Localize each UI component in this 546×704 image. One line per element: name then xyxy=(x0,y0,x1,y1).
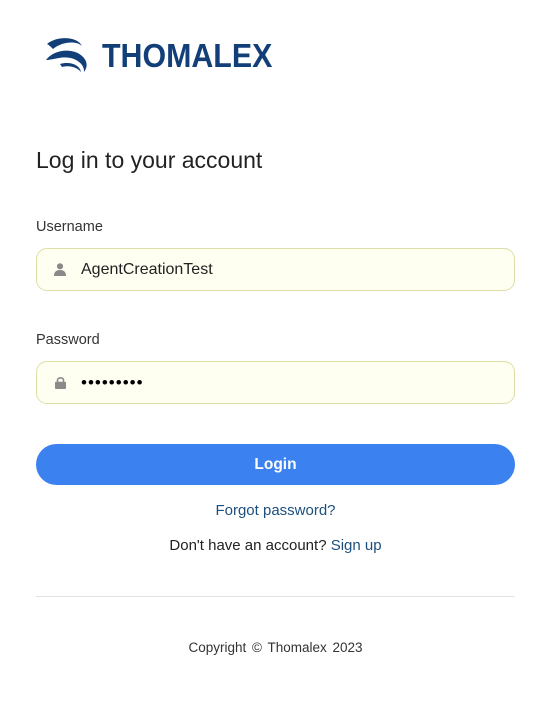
copyright-text: Copyright © Thomalex 2023 xyxy=(188,640,363,655)
lock-icon xyxy=(53,375,67,391)
swoosh-logo-icon xyxy=(46,38,87,72)
page-title: Log in to your account xyxy=(36,147,263,173)
login-page: THOMALEX Log in to your account Username… xyxy=(0,0,546,704)
username-field[interactable] xyxy=(36,248,515,291)
username-input[interactable] xyxy=(81,260,481,279)
brand-logo: THOMALEX xyxy=(44,36,287,76)
brand-name: THOMALEX xyxy=(102,37,273,74)
divider xyxy=(36,596,515,597)
user-icon xyxy=(53,262,67,278)
username-label: Username xyxy=(36,219,103,235)
forgot-password-row: Forgot password? xyxy=(0,502,546,519)
login-button[interactable]: Login xyxy=(36,444,515,485)
signup-prompt: Don't have an account? xyxy=(169,537,327,554)
password-input[interactable]: ••••••••• xyxy=(81,373,481,393)
forgot-password-link[interactable]: Forgot password? xyxy=(215,502,335,519)
signup-row: Don't have an account? Sign up xyxy=(0,537,546,554)
signup-link[interactable]: Sign up xyxy=(331,537,382,554)
password-label: Password xyxy=(36,332,100,348)
password-field[interactable]: ••••••••• xyxy=(36,361,515,404)
